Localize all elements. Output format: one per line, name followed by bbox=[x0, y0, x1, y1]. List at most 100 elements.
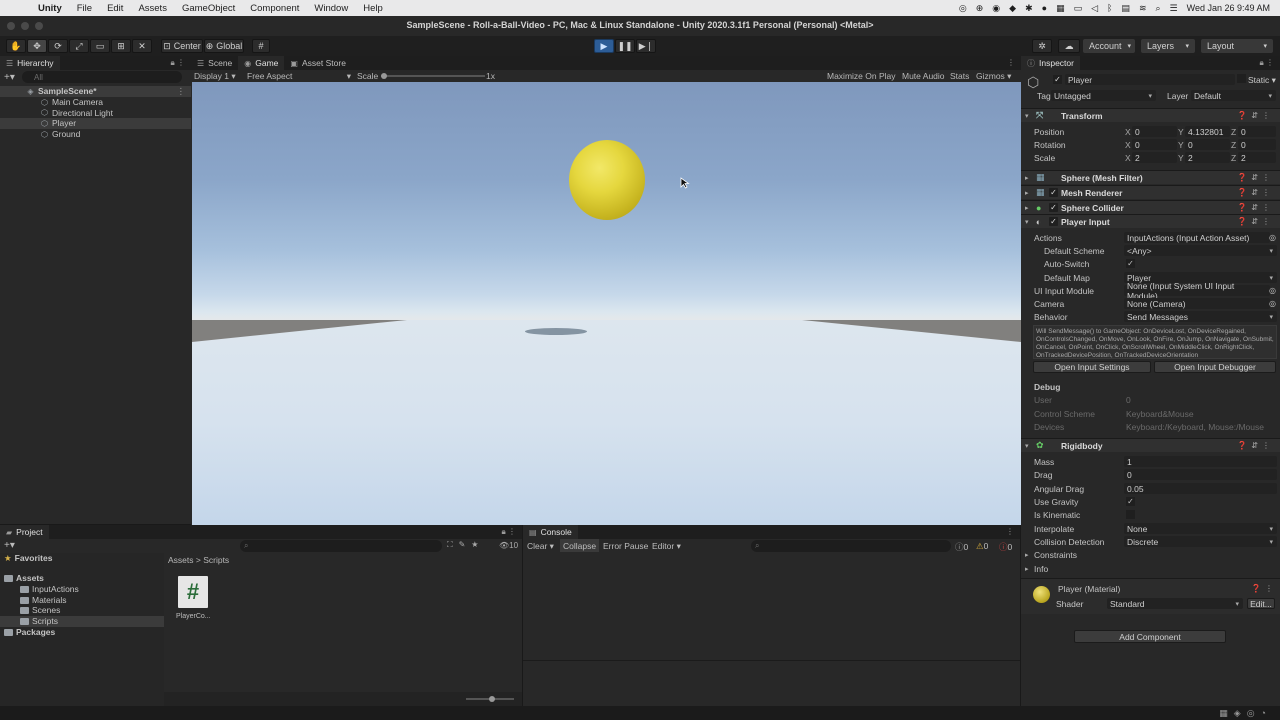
snap-grid-button[interactable]: # bbox=[252, 39, 270, 53]
object-name-field[interactable]: Player bbox=[1065, 74, 1235, 85]
console-divider[interactable] bbox=[523, 660, 1020, 661]
scale-tool-button[interactable]: ⤢ bbox=[69, 39, 89, 53]
console-menu-icon[interactable]: ⋮ bbox=[1006, 527, 1014, 536]
collapse-arrow-icon[interactable]: ▸ bbox=[1025, 174, 1029, 182]
object-picker-icon[interactable]: ◎ bbox=[1269, 299, 1276, 308]
project-lock-icon[interactable]: 🔒︎ ⋮ bbox=[502, 527, 516, 537]
play-button[interactable]: ▶ bbox=[594, 39, 614, 53]
constraints-row[interactable]: ▸ Constraints bbox=[1021, 548, 1280, 561]
inspector-lock-icon[interactable]: 🔒︎ ⋮ bbox=[1260, 58, 1274, 68]
menu-file[interactable]: File bbox=[77, 3, 92, 14]
mesh-renderer-header[interactable]: ▸ ▦ ✓ Mesh Renderer ❓⇵⋮ bbox=[1021, 185, 1280, 199]
tab-scene[interactable]: ☰ Scene bbox=[191, 56, 238, 70]
hierarchy-search-input[interactable]: All bbox=[22, 71, 182, 83]
status-icons[interactable]: ▦◈◎◔ bbox=[1219, 708, 1272, 719]
open-input-settings-button[interactable]: Open Input Settings bbox=[1033, 361, 1151, 373]
layers-dropdown[interactable]: Layers bbox=[1141, 39, 1195, 53]
aspect-dropdown[interactable]: Free Aspect ▾ bbox=[247, 71, 351, 81]
display-dropdown[interactable]: Display 1 ▾ bbox=[194, 71, 236, 82]
game-viewport[interactable] bbox=[192, 82, 1021, 525]
menu-assets[interactable]: Assets bbox=[138, 3, 167, 14]
object-active-checkbox[interactable]: ✓ bbox=[1053, 75, 1062, 84]
move-tool-button[interactable]: ✥ bbox=[27, 39, 47, 53]
battery-icon[interactable]: ▭ bbox=[1074, 3, 1083, 14]
hand-tool-button[interactable]: ✋ bbox=[6, 39, 26, 53]
shader-dropdown[interactable]: Standard bbox=[1107, 598, 1243, 609]
warning-count[interactable]: ⚠0 bbox=[976, 541, 988, 552]
sphere-collider-header[interactable]: ▸ ● ✓ Sphere Collider ❓⇵⋮ bbox=[1021, 200, 1280, 214]
scale-z-field[interactable]: 2 bbox=[1238, 152, 1276, 163]
search-icon[interactable]: ⌕ bbox=[1155, 3, 1160, 14]
console-search-input[interactable]: ⌕ bbox=[751, 540, 951, 552]
collapse-arrow-icon[interactable]: ▸ bbox=[1025, 204, 1029, 212]
tab-asset-store[interactable]: ▣ Asset Store bbox=[284, 56, 352, 70]
expand-arrow-icon[interactable]: ▾ bbox=[1025, 218, 1029, 226]
drag-field[interactable]: 0 bbox=[1124, 469, 1277, 480]
sync-icon[interactable]: ◉ bbox=[992, 3, 1000, 14]
grid-icon[interactable]: ▦ bbox=[1056, 3, 1065, 14]
folder-scenes[interactable]: Scenes bbox=[20, 605, 60, 616]
account-dropdown[interactable]: Account bbox=[1083, 39, 1135, 53]
menu-edit[interactable]: Edit bbox=[107, 3, 123, 14]
auto-switch-checkbox[interactable]: ✓ bbox=[1126, 259, 1135, 268]
tab-console[interactable]: ▤ Console bbox=[523, 525, 578, 539]
layout-dropdown[interactable]: Layout bbox=[1201, 39, 1273, 53]
hidden-packages-count[interactable]: 👁︎10 bbox=[499, 541, 518, 550]
object-picker-icon[interactable]: ◎ bbox=[1269, 233, 1276, 242]
tab-inspector[interactable]: ⓘ Inspector bbox=[1021, 56, 1080, 70]
player-input-header[interactable]: ▾ ◐ ✓ Player Input ❓⇵⋮ bbox=[1021, 214, 1280, 228]
rigidbody-header[interactable]: ▾ ✿ Rigidbody ❓⇵⋮ bbox=[1021, 438, 1280, 452]
favorites-row[interactable]: ★ Favorites bbox=[4, 553, 52, 564]
tab-hierarchy[interactable]: ☰ Hierarchy bbox=[0, 56, 60, 70]
creative-cloud-icon[interactable]: ◎ bbox=[959, 3, 967, 14]
collapse-arrow-icon[interactable]: ▸ bbox=[1025, 551, 1029, 559]
hierarchy-item-ground[interactable]: ⬡ Ground bbox=[0, 129, 191, 140]
rect-tool-button[interactable]: ▭ bbox=[90, 39, 110, 53]
rotation-x-field[interactable]: 0 bbox=[1132, 139, 1177, 150]
angular-drag-field[interactable]: 0.05 bbox=[1124, 483, 1277, 494]
hierarchy-item-directional-light[interactable]: ⬡ Directional Light bbox=[0, 107, 191, 118]
scene-menu-icon[interactable]: ⋮ bbox=[177, 86, 186, 97]
behavior-dropdown[interactable]: Send Messages bbox=[1124, 311, 1277, 322]
bluetooth-icon[interactable]: ᛒ bbox=[1107, 3, 1112, 13]
hierarchy-item-main-camera[interactable]: ⬡ Main Camera bbox=[0, 97, 191, 108]
packages-row[interactable]: Packages bbox=[4, 627, 55, 638]
menu-unity[interactable]: Unity bbox=[38, 3, 62, 14]
scale-x-field[interactable]: 2 bbox=[1132, 152, 1177, 163]
error-count[interactable]: ⓘ0 bbox=[999, 541, 1012, 553]
tool-icon[interactable]: ✱ bbox=[1025, 3, 1033, 14]
tab-project[interactable]: ▰ Project bbox=[0, 525, 49, 539]
add-component-button[interactable]: Add Component bbox=[1074, 630, 1226, 643]
menu-help[interactable]: Help bbox=[363, 3, 383, 14]
add-object-button[interactable]: +▾ bbox=[4, 72, 22, 83]
sphere-collider-checkbox[interactable]: ✓ bbox=[1049, 203, 1058, 212]
custom-tool-button[interactable]: ✕ bbox=[132, 39, 152, 53]
project-search-input[interactable]: ⌕ bbox=[240, 540, 442, 552]
camera-field[interactable]: None (Camera) bbox=[1124, 298, 1270, 309]
tab-game[interactable]: ◉ Game bbox=[238, 56, 285, 70]
error-pause-toggle[interactable]: Error Pause bbox=[603, 541, 648, 551]
actions-field[interactable]: InputActions (Input Action Asset) bbox=[1124, 232, 1270, 243]
folder-materials[interactable]: Materials bbox=[20, 595, 66, 606]
position-x-field[interactable]: 0 bbox=[1132, 126, 1177, 137]
open-input-debugger-button[interactable]: Open Input Debugger bbox=[1154, 361, 1276, 373]
editor-dropdown[interactable]: Editor ▾ bbox=[652, 541, 681, 552]
collab-button[interactable]: ✲ bbox=[1032, 39, 1052, 53]
menu-component[interactable]: Component bbox=[250, 3, 299, 14]
transform-header[interactable]: ▾ ⤧ Transform ❓⇵⋮ bbox=[1021, 108, 1280, 122]
mute-audio-toggle[interactable]: Mute Audio bbox=[902, 71, 945, 81]
player-input-checkbox[interactable]: ✓ bbox=[1049, 217, 1058, 226]
create-asset-button[interactable]: +▾ bbox=[4, 540, 15, 551]
keyboard-icon[interactable]: ▤ bbox=[1121, 3, 1130, 14]
cloud-button[interactable]: ☁ bbox=[1058, 39, 1080, 53]
record-icon[interactable]: ● bbox=[1042, 3, 1047, 13]
transform-tool-button[interactable]: ⊞ bbox=[111, 39, 131, 53]
icon-size-slider-handle[interactable] bbox=[489, 696, 495, 702]
collapse-arrow-icon[interactable]: ▸ bbox=[1025, 565, 1029, 573]
static-dropdown[interactable]: Static ▾ bbox=[1248, 75, 1276, 86]
pivot-center-toggle[interactable]: ⊡ Center bbox=[161, 39, 203, 53]
interpolate-dropdown[interactable]: None bbox=[1124, 523, 1277, 534]
collision-detection-dropdown[interactable]: Discrete bbox=[1124, 536, 1277, 547]
volume-icon[interactable]: ◁ bbox=[1091, 3, 1098, 14]
is-kinematic-checkbox[interactable] bbox=[1126, 510, 1135, 519]
